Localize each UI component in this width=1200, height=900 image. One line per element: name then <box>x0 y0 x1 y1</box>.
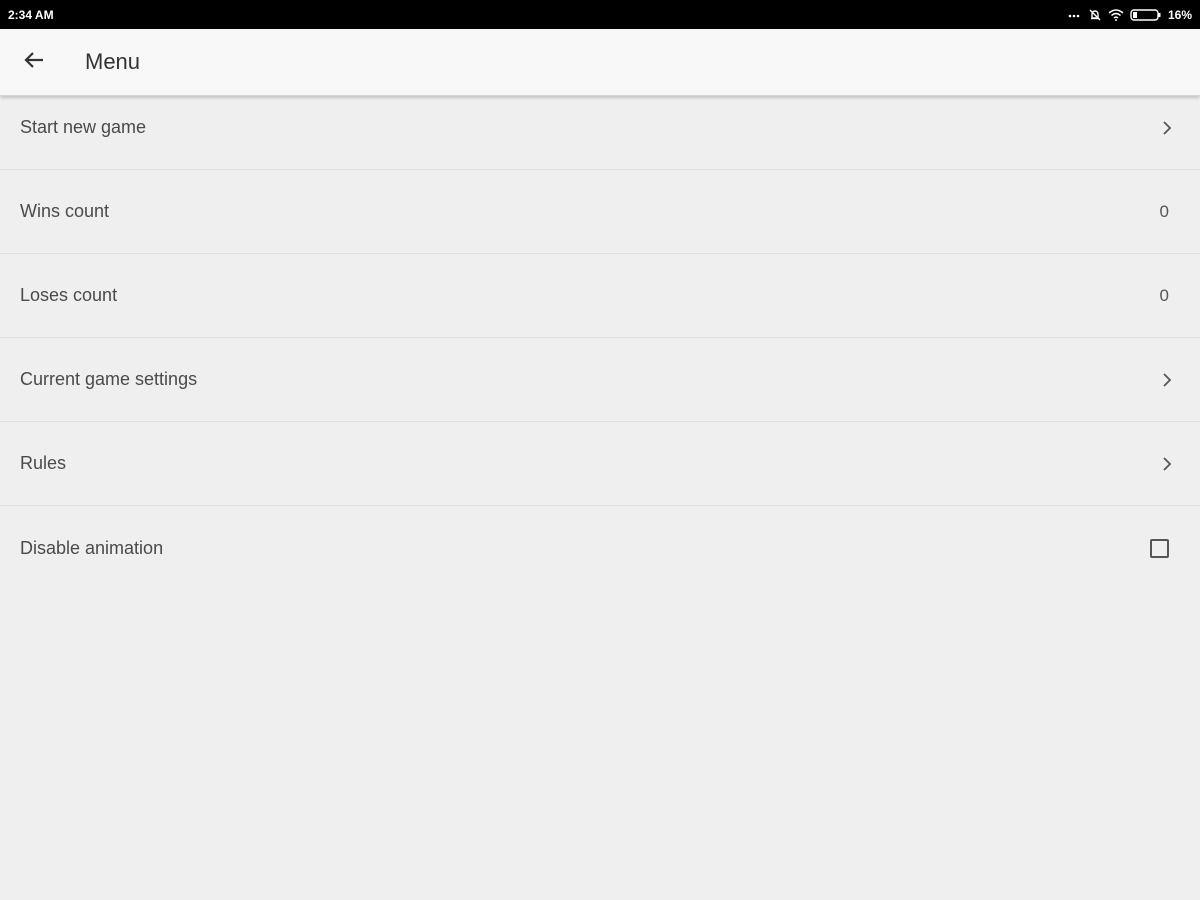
menu-item-label: Wins count <box>20 201 110 221</box>
menu-list: Start new game Wins count 0 Loses count … <box>0 86 1200 590</box>
status-bar: 2:34 AM 16% <box>0 0 1200 29</box>
battery-icon <box>1130 8 1162 21</box>
back-button[interactable] <box>19 47 49 77</box>
arrow-back-icon <box>23 49 45 76</box>
wifi-icon <box>1108 8 1124 21</box>
notifications-off-icon <box>1088 8 1102 22</box>
battery-percent: 16% <box>1167 7 1192 22</box>
app-bar: Menu <box>0 29 1200 96</box>
wins-count-item: Wins count 0 <box>0 170 1200 254</box>
menu-item-label: Start new game <box>20 117 147 137</box>
start-new-game-item[interactable]: Start new game <box>0 86 1200 170</box>
wins-count-value: 0 <box>1159 201 1169 221</box>
menu-item-label: Loses count <box>20 285 118 305</box>
rules-item[interactable]: Rules <box>0 422 1200 506</box>
menu-item-label: Rules <box>20 453 67 473</box>
chevron-right-icon <box>1162 120 1172 136</box>
more-dots-icon <box>1068 12 1082 18</box>
status-icons: 16% <box>1068 8 1192 22</box>
loses-count-value: 0 <box>1159 285 1169 305</box>
disable-animation-checkbox[interactable] <box>1150 538 1169 558</box>
current-game-settings-item[interactable]: Current game settings <box>0 338 1200 422</box>
disable-animation-item[interactable]: Disable animation <box>0 506 1200 590</box>
chevron-right-icon <box>1162 372 1172 388</box>
menu-item-label: Current game settings <box>20 369 198 389</box>
menu-item-label: Disable animation <box>20 537 164 558</box>
chevron-right-icon <box>1162 456 1172 472</box>
loses-count-item: Loses count 0 <box>0 254 1200 338</box>
page-title: Menu <box>85 49 141 74</box>
status-time: 2:34 AM <box>8 7 54 22</box>
